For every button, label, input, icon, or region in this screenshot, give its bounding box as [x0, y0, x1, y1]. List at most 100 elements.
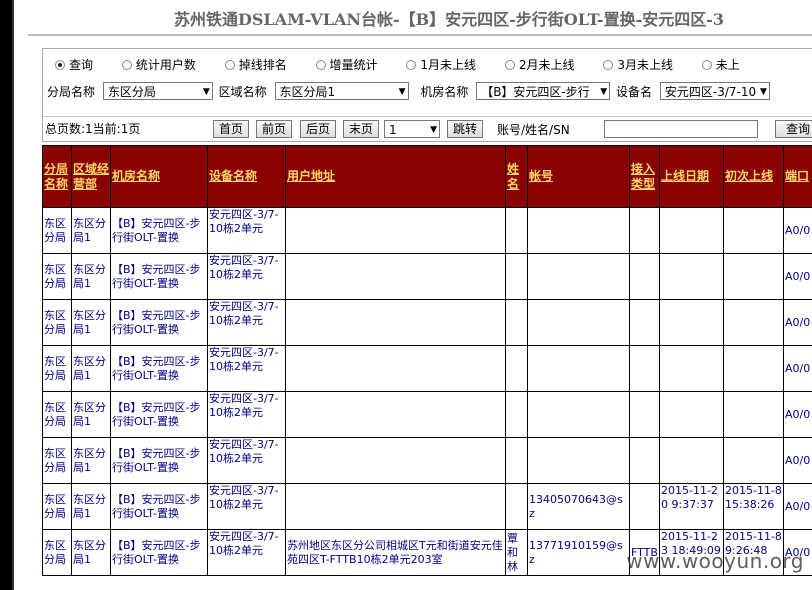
table-row: 东区分局 东区分局1 【B】安元四区-步行街OLT-置换 安元四区-3/7-10栋2单…	[42, 207, 812, 254]
cell-address	[285, 345, 506, 392]
radio-dot[interactable]	[224, 59, 235, 70]
room-select[interactable]: 【B】安元四区-步行 ▼	[476, 82, 611, 100]
cell-branch: 东区分局	[42, 345, 72, 392]
col-header-address[interactable]: 用户地址	[285, 145, 506, 208]
cell-account	[527, 437, 630, 484]
col-header-room[interactable]: 机房名称	[110, 145, 208, 208]
cell-room: 【B】安元四区-步行街OLT-置换	[110, 391, 208, 438]
jump-button[interactable]: 跳转	[447, 120, 483, 138]
cell-address	[285, 253, 506, 300]
prev-page-button[interactable]: 前页	[256, 120, 292, 138]
cell-name	[505, 345, 528, 392]
cell-access	[629, 437, 660, 484]
cell-device: 安元四区-3/7-10栋2单元	[207, 345, 286, 392]
device-select[interactable]: 安元四区-3/7-10 ▼	[659, 82, 770, 100]
radio-dot[interactable]	[701, 59, 712, 70]
radio-dot[interactable]	[55, 59, 65, 70]
cell-access	[629, 207, 660, 254]
radio-dot[interactable]	[121, 59, 132, 70]
branch-select[interactable]: 东区分局 ▼	[102, 82, 213, 100]
cell-port: A0/0	[783, 437, 812, 484]
cell-area: 东区分局1	[71, 437, 111, 484]
cell-area: 东区分局1	[71, 207, 111, 254]
cell-account: 13771910159@sz	[527, 529, 630, 576]
cell-area: 东区分局1	[71, 483, 111, 530]
col-header-name[interactable]: 姓名	[505, 145, 528, 208]
cell-device: 安元四区-3/7-10栋2单元	[207, 253, 286, 300]
chevron-down-icon: ▼	[202, 87, 210, 97]
cell-port: A0/0	[783, 207, 812, 254]
radio-3month-offline[interactable]: 3月未上线	[603, 56, 673, 73]
first-page-button[interactable]: 首页	[213, 120, 249, 138]
page: 苏州铁通DSLAM-VLAN台帐-【B】安元四区-步行街OLT-置换-安元四区-…	[12, 0, 812, 590]
chevron-down-icon: ▼	[398, 87, 406, 97]
query-button[interactable]: 查询	[775, 120, 812, 138]
pager-bar: 总页数:1当前:1页 首页 前页 后页 末页 1 ▼ 跳转 账号/姓名/SN 查询	[43, 116, 812, 139]
radio-dot[interactable]	[504, 59, 515, 70]
search-label: 账号/姓名/SN	[497, 123, 570, 137]
cell-name	[505, 483, 528, 530]
results-table: 分局名称 区域经营部 机房名称 设备名称 用户地址 姓名 帐号 接入类型 上线日…	[42, 145, 812, 590]
col-header-access-type[interactable]: 接入类型	[629, 145, 660, 208]
cell-branch: 东区分局	[42, 207, 72, 254]
cell-device: 安元四区-3/7-10栋2单元	[207, 483, 286, 530]
cell-account: 13405070643@sz	[527, 483, 630, 530]
cell-branch: 东区分局	[42, 529, 72, 576]
radio-increment[interactable]: 增量统计	[315, 56, 378, 73]
room-label: 机房名称	[420, 84, 469, 99]
cell-first: 2015-11-8 15:38:26	[723, 483, 784, 530]
last-page-button[interactable]: 末页	[343, 120, 379, 138]
search-input[interactable]	[604, 120, 758, 138]
title-divider	[28, 34, 812, 36]
cell-room: 【B】安元四区-步行街OLT-置换	[110, 345, 208, 392]
next-page-button[interactable]: 后页	[300, 120, 336, 138]
table-header-row: 分局名称 区域经营部 机房名称 设备名称 用户地址 姓名 帐号 接入类型 上线日…	[42, 145, 812, 208]
radio-dot[interactable]	[406, 59, 417, 70]
page-select[interactable]: 1 ▼	[384, 120, 440, 138]
col-header-device[interactable]: 设备名称	[207, 145, 286, 208]
radio-1month-offline[interactable]: 1月未上线	[406, 56, 476, 73]
cell-first	[723, 253, 784, 300]
cell-access	[629, 253, 660, 300]
cell-account	[527, 391, 630, 438]
col-header-account[interactable]: 帐号	[527, 145, 630, 208]
radio-count-users[interactable]: 统计用户数	[121, 56, 196, 73]
cell-access	[629, 391, 660, 438]
radio-drop-rank[interactable]: 掉线排名	[224, 56, 287, 73]
radio-2month-offline[interactable]: 2月未上线	[504, 56, 574, 73]
cell-area: 东区分局1	[71, 253, 111, 300]
cell-access	[629, 345, 660, 392]
table-row: 东区分局 东区分局1 【B】安元四区-步行街OLT-置换 安元四区-3/7-10栋2单…	[42, 253, 812, 300]
query-panel: 查询 统计用户数 掉线排名 增量统计 1月未上线 2月未上线 3月未上线 未上 …	[42, 48, 812, 142]
area-select[interactable]: 东区分局1 ▼	[274, 82, 409, 100]
radio-never-online[interactable]: 未上	[701, 56, 740, 73]
cell-port: A0/0	[783, 253, 812, 300]
cell-online	[659, 207, 724, 254]
cell-account	[527, 207, 630, 254]
col-header-online-date[interactable]: 上线日期	[659, 145, 724, 208]
cell-name	[505, 253, 528, 300]
col-header-branch[interactable]: 分局名称	[42, 145, 72, 208]
cell-room: 【B】安元四区-步行街OLT-置换	[110, 299, 208, 346]
cell-port: A0/0	[783, 299, 812, 346]
cell-name	[505, 299, 528, 346]
col-header-first-online[interactable]: 初次上线	[723, 145, 784, 208]
radio-dot[interactable]	[603, 59, 614, 70]
table-row: 东区分局 东区分局1 【B】安元四区-步行街OLT-置换 安元四区-3/7-10栋2单…	[42, 345, 812, 392]
radio-query[interactable]: 查询	[55, 56, 93, 73]
radio-dot[interactable]	[315, 59, 326, 70]
col-header-port[interactable]: 端口	[783, 145, 812, 208]
cell-room: 【B】安元四区-步行街OLT-置换	[110, 529, 208, 576]
table-row: 东区分局 东区分局1 【B】安元四区-步行街OLT-置换 安元四区-3/7-10栋2单…	[42, 299, 812, 346]
cell-port: A0/0	[783, 391, 812, 438]
cell-device: 安元四区-3/7-10栋2单元	[207, 391, 286, 438]
cell-name: 覃和林	[505, 529, 528, 576]
cell-account	[527, 253, 630, 300]
cell-name	[505, 207, 528, 254]
cell-branch: 东区分局	[42, 483, 72, 530]
table-row: 东区分局 东区分局1 【B】安元四区-步行街OLT-置换 安元四区-3/7-10栋2单…	[42, 391, 812, 438]
cell-device: 安元四区-3/7-10栋2单元	[207, 299, 286, 346]
cell-first	[723, 437, 784, 484]
cell-account	[527, 345, 630, 392]
col-header-area[interactable]: 区域经营部	[71, 145, 111, 208]
